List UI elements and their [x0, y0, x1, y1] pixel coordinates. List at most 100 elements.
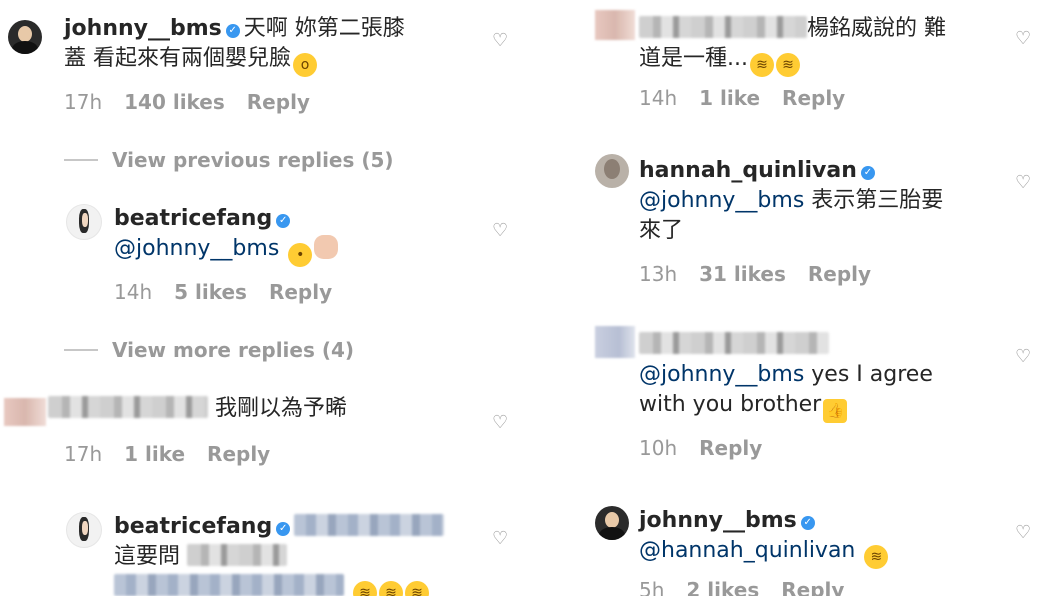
blurred-username	[639, 16, 807, 38]
comment-text: 我剛以為予晞	[215, 396, 348, 421]
view-previous-replies-label: View previous replies (5)	[112, 148, 394, 172]
mention-link[interactable]: @johnny__bms	[114, 236, 279, 261]
view-more-replies-label: View more replies (4)	[112, 338, 355, 362]
avatar[interactable]	[595, 506, 629, 540]
username[interactable]: beatricefang	[114, 206, 272, 231]
view-more-replies-button[interactable]: View more replies (4)	[64, 338, 354, 362]
comment-text: 來了	[639, 218, 684, 243]
blurred-mention	[114, 574, 344, 596]
rofl-emoji-icon: ≋	[353, 581, 377, 596]
thumbs-up-emoji-icon: 👍	[823, 399, 848, 423]
heart-outline-icon[interactable]: ♡	[1015, 346, 1031, 367]
comment-body: @johnny__bms yes I agree with you brothe…	[639, 330, 1009, 423]
heart-outline-icon[interactable]: ♡	[492, 30, 508, 51]
person-tipping-hand-emoji-icon	[314, 235, 339, 259]
mention-link[interactable]: @johnny__bms	[639, 362, 804, 387]
mention-link[interactable]: @johnny__bms	[639, 188, 804, 213]
comment-text: 這要問	[114, 544, 181, 569]
reply-button[interactable]: Reply	[782, 86, 845, 110]
comment-meta: 14h 1 like Reply	[639, 86, 867, 110]
heart-outline-icon[interactable]: ♡	[492, 220, 508, 241]
view-previous-replies-button[interactable]: View previous replies (5)	[64, 148, 394, 172]
comment-body: 楊銘威說的 難 道是一種... ≋ ≋	[639, 14, 1019, 77]
comment-body: 我剛以為予晞	[48, 394, 478, 424]
username[interactable]: beatricefang	[114, 514, 272, 539]
comment-text: 表示第三胎要	[811, 188, 944, 213]
reply-button[interactable]: Reply	[207, 442, 270, 466]
verified-badge-icon: ✓	[276, 522, 291, 536]
username[interactable]: johnny__bms	[64, 16, 222, 41]
comment-text: yes I agree	[811, 362, 933, 387]
heart-outline-icon[interactable]: ♡	[1015, 522, 1031, 543]
comment-meta: 13h 31 likes Reply	[639, 262, 893, 286]
comment-body: johnny__bms ✓ 天啊 妳第二張膝 蓋 看起來有兩個嬰兒臉 o	[64, 14, 474, 77]
timestamp: 5h	[639, 578, 665, 596]
verified-badge-icon: ✓	[276, 214, 291, 228]
comment-meta: 5h 2 likes Reply	[639, 578, 866, 596]
likes-count[interactable]: 140 likes	[124, 90, 225, 114]
username[interactable]: hannah_quinlivan	[639, 158, 857, 183]
divider-line	[64, 159, 98, 161]
likes-count[interactable]: 5 likes	[174, 280, 247, 304]
astonished-face-emoji-icon: o	[293, 53, 317, 77]
column-divider	[548, 0, 549, 596]
reply-button[interactable]: Reply	[781, 578, 844, 596]
rofl-emoji-icon: ≋	[379, 581, 403, 596]
reply-button[interactable]: Reply	[269, 280, 332, 304]
heart-outline-icon[interactable]: ♡	[1015, 172, 1031, 193]
likes-count[interactable]: 1 like	[699, 86, 760, 110]
blurred-username	[48, 396, 208, 418]
likes-count[interactable]: 31 likes	[699, 262, 786, 286]
verified-badge-icon: ✓	[800, 516, 815, 530]
eye-roll-emoji-icon: •	[288, 243, 313, 267]
comment-body: beatricefang ✓ @johnny__bms •	[114, 204, 474, 267]
reply-button[interactable]: Reply	[699, 436, 762, 460]
comment-text: 道是一種...	[639, 46, 748, 71]
divider-line	[64, 349, 98, 351]
timestamp: 10h	[639, 436, 678, 460]
comment-body: beatricefang ✓ 這要問 ≋ ≋ ≋	[114, 512, 494, 596]
tears-of-joy-emoji-icon: ≋	[749, 53, 774, 77]
blurred-mention	[294, 514, 445, 536]
avatar[interactable]	[595, 10, 635, 40]
reply-button[interactable]: Reply	[808, 262, 871, 286]
likes-count[interactable]: 2 likes	[686, 578, 759, 596]
comment-text: with you brother	[639, 392, 822, 417]
avatar[interactable]	[4, 398, 46, 426]
comment-body: johnny__bms ✓ @hannah_quinlivan ≋	[639, 506, 1009, 569]
right-comment-column: 楊銘威說的 難 道是一種... ≋ ≋ ♡ 14h 1 like Reply hanna…	[565, 0, 1060, 596]
timestamp: 14h	[639, 86, 678, 110]
avatar[interactable]	[66, 512, 102, 548]
left-comment-column: johnny__bms ✓ 天啊 妳第二張膝 蓋 看起來有兩個嬰兒臉 o ♡ 17h 1…	[0, 0, 530, 596]
timestamp: 17h	[64, 442, 103, 466]
comment-meta: 10h Reply	[639, 436, 784, 460]
reply-button[interactable]: Reply	[247, 90, 310, 114]
comment-text: 楊銘威說的 難	[807, 16, 946, 41]
username[interactable]: johnny__bms	[639, 508, 797, 533]
rofl-emoji-icon: ≋	[864, 545, 889, 569]
blurred-username	[639, 332, 829, 354]
avatar[interactable]	[8, 20, 42, 54]
comment-meta: 17h 140 likes Reply	[64, 90, 332, 114]
timestamp: 13h	[639, 262, 678, 286]
likes-count[interactable]: 1 like	[124, 442, 185, 466]
rofl-emoji-icon: ≋	[405, 581, 429, 596]
comment-meta: 14h 5 likes Reply	[114, 280, 354, 304]
comment-text: 天啊 妳第二張膝	[243, 16, 405, 41]
blurred-text	[187, 544, 288, 566]
avatar[interactable]	[595, 326, 635, 358]
mention-link[interactable]: @hannah_quinlivan	[639, 538, 855, 563]
comment-text: 蓋 看起來有兩個嬰兒臉	[64, 46, 291, 71]
verified-badge-icon: ✓	[860, 166, 875, 180]
avatar[interactable]	[595, 154, 629, 188]
timestamp: 17h	[64, 90, 103, 114]
heart-outline-icon[interactable]: ♡	[1015, 28, 1031, 49]
comment-meta: 17h 1 like Reply	[64, 442, 292, 466]
timestamp: 14h	[114, 280, 153, 304]
avatar[interactable]	[66, 204, 102, 240]
tears-of-joy-emoji-icon: ≋	[775, 53, 800, 77]
comment-body: hannah_quinlivan ✓ @johnny__bms 表示第三胎要 來了	[639, 156, 1009, 246]
heart-outline-icon[interactable]: ♡	[492, 528, 508, 549]
heart-outline-icon[interactable]: ♡	[492, 412, 508, 433]
verified-badge-icon: ✓	[225, 24, 240, 38]
